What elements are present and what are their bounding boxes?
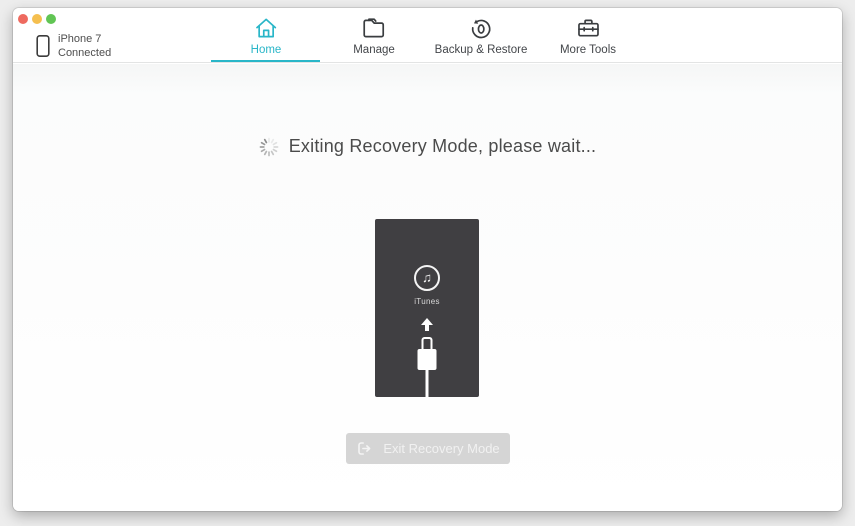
exit-icon — [356, 440, 373, 457]
restore-history-icon — [468, 15, 495, 41]
exit-button-label: Exit Recovery Mode — [383, 441, 499, 456]
exit-recovery-mode-button[interactable]: Exit Recovery Mode — [346, 433, 510, 464]
tab-home[interactable]: Home — [251, 15, 282, 56]
app-window: iPhone 7 Connected Home — [13, 8, 842, 511]
device-status: Connected — [58, 46, 111, 60]
toolbox-icon — [574, 15, 601, 41]
status-message: Exiting Recovery Mode, please wait... — [289, 136, 597, 157]
lightning-cable-icon — [418, 337, 437, 397]
tab-more-tools[interactable]: More Tools — [560, 15, 616, 56]
main-content: Exiting Recovery Mode, please wait... ♫ … — [13, 64, 842, 511]
itunes-label: iTunes — [375, 297, 479, 306]
window-controls — [18, 14, 56, 24]
tab-more-tools-label: More Tools — [560, 44, 616, 56]
active-tab-indicator — [211, 60, 320, 62]
tab-backup-restore[interactable]: Backup & Restore — [435, 15, 528, 56]
home-icon — [253, 15, 280, 41]
close-window-button[interactable] — [18, 14, 28, 24]
tab-manage-label: Manage — [353, 44, 395, 56]
device-info: iPhone 7 Connected — [35, 32, 111, 60]
music-note-glyph: ♫ — [422, 271, 432, 284]
folder-icon — [361, 15, 388, 41]
minimize-window-button[interactable] — [32, 14, 42, 24]
status-row: Exiting Recovery Mode, please wait... — [13, 136, 842, 157]
iphone-icon — [35, 34, 58, 58]
tab-home-label: Home — [251, 44, 282, 56]
itunes-icon: ♫ — [414, 265, 440, 291]
zoom-window-button[interactable] — [46, 14, 56, 24]
tab-manage[interactable]: Manage — [353, 15, 395, 56]
device-name: iPhone 7 — [58, 32, 111, 46]
spinner-icon — [259, 137, 279, 157]
header-bar: iPhone 7 Connected Home — [13, 8, 842, 63]
recovery-mode-screen: ♫ iTunes — [375, 219, 479, 397]
tab-backup-restore-label: Backup & Restore — [435, 44, 528, 56]
arrow-up-icon — [421, 318, 433, 331]
